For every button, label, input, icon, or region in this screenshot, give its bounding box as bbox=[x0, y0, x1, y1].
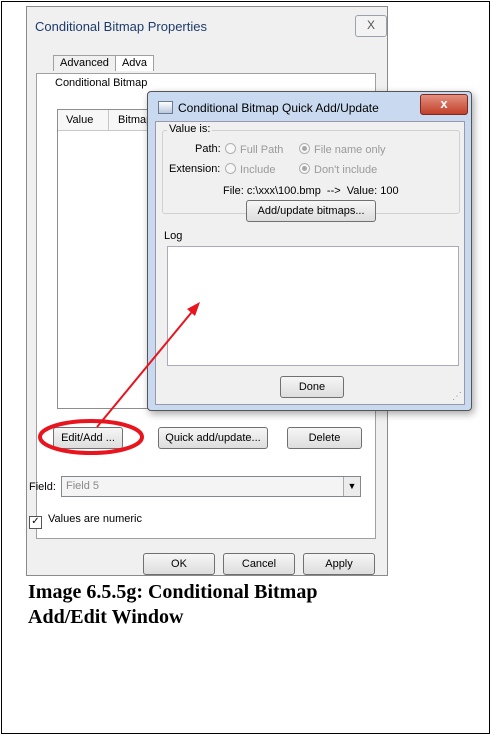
caption-line-1: Image 6.5.5g: Conditional Bitmap bbox=[28, 581, 318, 603]
figure-caption: Image 6.5.5g: Conditional Bitmap Add/Edi… bbox=[28, 580, 458, 630]
caption-line-2: Add/Edit Window bbox=[28, 606, 184, 628]
annotation-arrowhead bbox=[187, 302, 200, 316]
highlight-ellipse bbox=[38, 419, 144, 455]
annotation-arrow-line bbox=[96, 306, 197, 428]
